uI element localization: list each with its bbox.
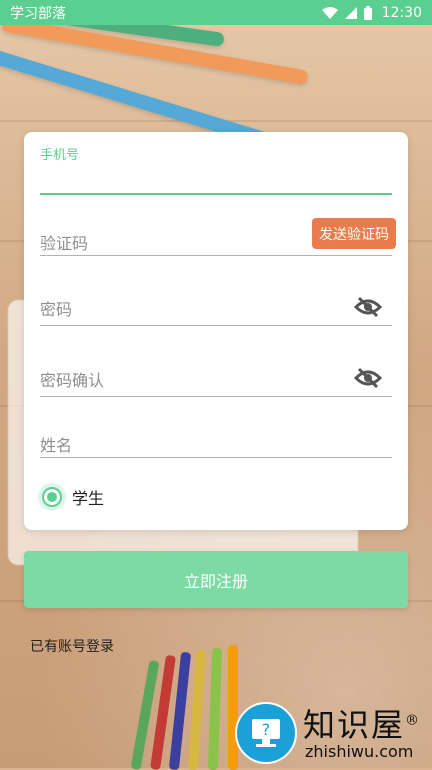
computer-help-icon: ? [252, 719, 280, 747]
watermark-title: 知识屋® [303, 700, 421, 746]
status-time: 12:30 [381, 4, 422, 21]
watermark-badge: ? [235, 702, 297, 764]
eye-off-icon[interactable] [354, 367, 382, 389]
wifi-icon [321, 6, 338, 19]
name-field[interactable]: 姓名 [40, 432, 392, 458]
battery-icon [363, 5, 372, 20]
status-app-name: 学习部落 [10, 5, 66, 22]
password-underline [40, 325, 392, 326]
status-icons [321, 5, 372, 20]
radio-selected-dot [47, 492, 57, 502]
eye-off-icon[interactable] [354, 296, 382, 318]
svg-text:?: ? [262, 720, 271, 739]
student-radio-option[interactable]: 学生 [42, 485, 104, 509]
confirm-password-field[interactable]: 密码确认 [40, 367, 392, 397]
register-button[interactable]: 立即注册 [24, 551, 408, 608]
radio-button[interactable] [42, 487, 62, 507]
phone-field[interactable]: 手机号 [40, 144, 392, 195]
register-form-card: 手机号 验证码 发送验证码 密码 密码确认 姓名 学生 [24, 132, 408, 530]
verification-code-underline [40, 255, 392, 256]
name-placeholder: 姓名 [40, 436, 73, 455]
watermark-title-text: 知识屋 [303, 706, 406, 744]
phone-underline [40, 193, 392, 195]
signal-icon [344, 6, 357, 19]
confirm-password-placeholder: 密码确认 [40, 371, 105, 390]
login-link[interactable]: 已有账号登录 [30, 636, 114, 656]
send-code-button[interactable]: 发送验证码 [312, 218, 396, 249]
password-placeholder: 密码 [40, 300, 73, 319]
status-bar: 学习部落 12:30 [0, 0, 432, 25]
watermark-url: zhishiwu.com [305, 742, 414, 761]
status-right: 12:30 [321, 4, 422, 21]
confirm-password-underline [40, 396, 392, 397]
student-radio-label: 学生 [72, 489, 105, 508]
name-underline [40, 457, 392, 458]
phone-label: 手机号 [40, 148, 80, 163]
registered-mark: ® [405, 712, 422, 729]
watermark: ? 知识屋® zhishiwu.com [235, 698, 432, 768]
password-field[interactable]: 密码 [40, 296, 392, 326]
